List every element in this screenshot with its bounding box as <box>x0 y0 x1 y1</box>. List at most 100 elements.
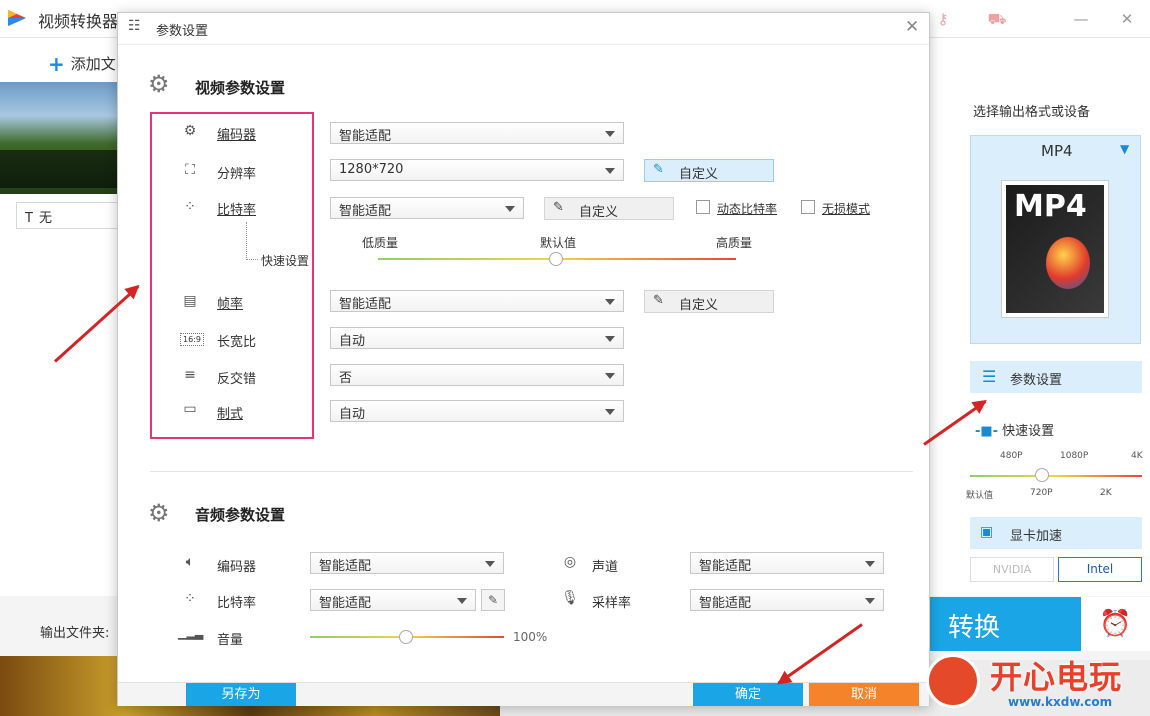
aspect-ratio-icon: 16:9 <box>180 333 204 346</box>
video-settings-gear-icon: ⚙ <box>148 70 170 98</box>
key-icon[interactable]: ⚷ <box>932 8 954 30</box>
audio-section-title: 音频参数设置 <box>195 506 286 524</box>
monitor-icon: ▭ <box>183 401 197 417</box>
sliders-icon: ☰ <box>982 367 997 386</box>
output-folder-label: 输出文件夹: <box>40 626 110 641</box>
framerate-select[interactable]: 智能适配 <box>330 290 624 312</box>
aspect-ratio-label: 长宽比 <box>217 335 257 350</box>
dynamic-bitrate-label[interactable]: 动态比特率 <box>717 200 777 217</box>
audio-encoder-value: 智能适配 <box>319 559 372 574</box>
resolution-label: 分辨率 <box>217 167 257 182</box>
framerate-custom-button[interactable]: ✎ 自定义 <box>644 290 774 313</box>
resolution-slider-track[interactable] <box>970 475 1142 477</box>
deinterlace-label: 反交错 <box>217 372 257 387</box>
res-tick-2k: 2K <box>1100 488 1112 498</box>
add-file-label: 添加文 <box>70 55 116 73</box>
section-divider <box>150 471 913 472</box>
video-encoder-select[interactable]: 智能适配 <box>330 122 624 144</box>
lossless-label[interactable]: 无损模式 <box>822 200 870 217</box>
video-section-title: 视频参数设置 <box>195 79 286 97</box>
choose-format-label: 选择输出格式或设备 <box>973 105 1091 120</box>
close-window-icon[interactable]: ✕ <box>1116 8 1138 30</box>
resolution-slider-handle[interactable] <box>1035 468 1049 482</box>
samplerate-select[interactable]: 智能适配 <box>690 589 884 611</box>
tv-standard-label: 制式 <box>217 407 244 422</box>
bitrate-custom-label: 自定义 <box>579 205 619 220</box>
cart-icon[interactable]: ⛟ <box>986 8 1008 30</box>
balloon-graphic <box>1046 237 1090 289</box>
volume-slider-handle[interactable] <box>399 630 413 644</box>
samplerate-value: 智能适配 <box>699 596 752 611</box>
convert-button[interactable]: 转换 <box>930 597 1081 651</box>
audio-bitrate-value: 智能适配 <box>319 596 372 611</box>
chevron-down-icon[interactable]: ▼ <box>1120 142 1129 156</box>
intel-option[interactable]: Intel <box>1058 557 1142 582</box>
video-bitrate-label: 比特率 <box>217 203 257 218</box>
app-title: 视频转换器 <box>38 12 119 31</box>
samplerate-label: 采样率 <box>592 596 632 611</box>
deinterlace-select[interactable]: 否 <box>330 364 624 386</box>
channel-icon: ◎ <box>563 554 577 570</box>
channel-select[interactable]: 智能适配 <box>690 552 884 574</box>
audio-bitrate-select[interactable]: 智能适配 <box>310 589 476 611</box>
video-bitrate-select[interactable]: 智能适配 <box>330 197 524 219</box>
resolution-value: 1280*720 <box>339 162 404 177</box>
video-bitrate-value: 智能适配 <box>339 204 392 219</box>
resolution-select[interactable]: 1280*720 <box>330 159 624 181</box>
audio-bitrate-edit-button[interactable]: ✎ <box>481 589 505 611</box>
res-tick-480p: 480P <box>1000 451 1023 461</box>
audio-settings-gear-icon: ⚙ <box>148 499 170 527</box>
bitrate-custom-button[interactable]: ✎ 自定义 <box>544 197 674 220</box>
watermark-text: 开心电玩 <box>990 658 1123 696</box>
save-as-button[interactable]: 另存为 <box>186 683 296 706</box>
cancel-button[interactable]: 取消 <box>809 683 919 706</box>
video-encoder-label: 编码器 <box>217 128 257 143</box>
quality-slider-handle[interactable] <box>549 252 563 266</box>
nvidia-option[interactable]: NVIDIA <box>970 557 1054 582</box>
lossless-checkbox[interactable] <box>801 200 815 214</box>
watermark-url: www.kxdw.com <box>1008 695 1113 709</box>
resolution-custom-button[interactable]: ✎ 自定义 <box>644 159 774 182</box>
subtitle-select-value: 无 <box>38 211 52 226</box>
quick-settings-label: 快速设置 <box>1002 424 1055 439</box>
res-tick-720p: 720P <box>1030 488 1053 498</box>
tv-standard-value: 自动 <box>339 407 366 422</box>
audio-bitrate-icon: ⁘ <box>184 591 196 607</box>
minimize-icon[interactable]: — <box>1070 8 1092 30</box>
close-icon[interactable]: ✕ <box>905 17 919 37</box>
gpu-accel-label: 显卡加速 <box>1010 529 1063 544</box>
tree-connector <box>246 222 258 260</box>
volume-label: 音量 <box>217 633 244 648</box>
framerate-value: 智能适配 <box>339 297 392 312</box>
subtitle-select[interactable]: T无 <box>16 202 120 229</box>
quality-default-label: 默认值 <box>540 236 577 250</box>
mp4-format-image: MP4 <box>1001 180 1109 318</box>
quick-settings-title: -■- 快速设置 <box>975 420 1054 439</box>
quality-high-label: 高质量 <box>716 236 753 250</box>
channel-label: 声道 <box>592 560 619 575</box>
film-icon: ▤ <box>183 293 197 309</box>
channel-value: 智能适配 <box>699 559 752 574</box>
res-tick-default: 默认值 <box>966 491 994 501</box>
pencil-icon: ✎ <box>553 200 564 215</box>
tv-standard-select[interactable]: 自动 <box>330 400 624 422</box>
volume-bars-icon: ▁▂▃ <box>178 627 204 640</box>
app-logo-icon <box>8 10 26 26</box>
dialog-titlebar <box>118 13 929 45</box>
alarm-clock-icon[interactable]: ⏰ <box>1081 597 1150 651</box>
resolution-custom-label: 自定义 <box>679 167 719 182</box>
aspect-ratio-select[interactable]: 自动 <box>330 327 624 349</box>
pencil-icon: ✎ <box>653 162 664 177</box>
res-tick-1080p: 1080P <box>1060 451 1089 461</box>
audio-bitrate-label: 比特率 <box>217 596 257 611</box>
settings-list-icon: ☷ <box>128 18 141 34</box>
dynamic-bitrate-checkbox[interactable] <box>696 200 710 214</box>
chip-icon: ▣ <box>980 524 994 540</box>
slider-mini-icon: -■- <box>975 424 999 439</box>
mp4-image-text: MP4 <box>1014 189 1087 224</box>
audio-encoder-select[interactable]: 智能适配 <box>310 552 504 574</box>
watermark-logo <box>926 654 980 708</box>
add-file-button[interactable]: + 添加文 <box>48 52 116 76</box>
video-encoder-value: 智能适配 <box>339 129 392 144</box>
gpu-accel-button[interactable]: 显卡加速 <box>970 517 1142 549</box>
